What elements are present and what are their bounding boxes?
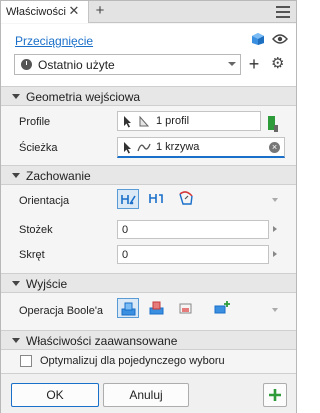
guide-surface-icon bbox=[179, 191, 193, 205]
orientation-path-button[interactable] bbox=[117, 189, 139, 209]
profile-icon bbox=[139, 115, 150, 127]
profile-value: 1 profil bbox=[156, 115, 190, 127]
boolean-label: Operacja Boole'a bbox=[19, 305, 104, 317]
boolean-cut-button[interactable] bbox=[146, 298, 168, 318]
cursor-icon bbox=[124, 142, 131, 154]
eye-icon[interactable] bbox=[272, 34, 288, 44]
tab-bar: Właściwości ✕ + bbox=[1, 1, 296, 23]
green-body-icon[interactable] bbox=[267, 115, 279, 133]
section-behavior[interactable]: Zachowanie bbox=[1, 165, 296, 185]
new-solid-icon bbox=[214, 301, 230, 314]
chevron-down-icon bbox=[228, 62, 236, 66]
taper-label: Stożek bbox=[19, 224, 53, 236]
dialog-footer: OK Anuluj bbox=[1, 373, 296, 413]
path-value: 1 krzywa bbox=[156, 141, 200, 153]
collapse-arrow-icon bbox=[12, 94, 20, 99]
clock-icon bbox=[21, 59, 32, 70]
expand-arrow-icon[interactable] bbox=[272, 198, 278, 202]
curve-icon bbox=[137, 143, 151, 152]
section-input-geometry[interactable]: Geometria wejściowa bbox=[1, 86, 296, 106]
preset-dropdown[interactable]: Ostatnio użyte bbox=[14, 54, 241, 75]
spin-arrow-icon[interactable] bbox=[273, 226, 277, 232]
section-title: Geometria wejściowa bbox=[26, 90, 141, 104]
expand-arrow-icon[interactable] bbox=[272, 308, 278, 312]
close-icon[interactable]: ✕ bbox=[67, 4, 81, 18]
collapse-arrow-icon bbox=[12, 173, 20, 178]
plus-icon bbox=[269, 389, 281, 401]
optimize-label: Optymalizuj dla pojedynczego wyboru bbox=[40, 355, 225, 367]
cursor-icon bbox=[124, 116, 131, 128]
taper-value: 0 bbox=[122, 224, 129, 236]
twist-value: 0 bbox=[122, 249, 129, 261]
orientation-fixed-button[interactable] bbox=[146, 189, 168, 209]
profile-label: Profile bbox=[19, 116, 51, 128]
intersect-icon bbox=[179, 303, 192, 314]
hamburger-menu-icon[interactable] bbox=[276, 6, 290, 18]
add-preset-button[interactable]: + bbox=[247, 54, 261, 74]
command-link[interactable]: Przeciągnięcie bbox=[15, 34, 93, 48]
path-label: Ścieżka bbox=[19, 142, 58, 154]
orientation-label: Orientacja bbox=[19, 195, 70, 207]
section-advanced[interactable]: Właściwości zaawansowane bbox=[1, 330, 296, 350]
cube-icon[interactable] bbox=[251, 32, 265, 46]
fixed-orientation-icon bbox=[149, 194, 163, 203]
boolean-join-button[interactable] bbox=[117, 298, 139, 318]
cancel-button[interactable]: Anuluj bbox=[103, 383, 189, 407]
collapse-arrow-icon bbox=[12, 338, 20, 343]
tab-properties[interactable]: Właściwości ✕ bbox=[1, 1, 89, 23]
path-orientation-icon bbox=[121, 195, 136, 205]
section-title: Właściwości zaawansowane bbox=[26, 334, 178, 348]
preset-value: Ostatnio użyte bbox=[38, 58, 115, 72]
spin-arrow-icon[interactable] bbox=[273, 251, 277, 257]
profile-selector[interactable]: 1 profil bbox=[117, 111, 261, 131]
command-header: Przeciągnięcie Ostatnio użyte + ⚙ bbox=[1, 24, 296, 86]
new-solid-button[interactable] bbox=[211, 298, 233, 318]
properties-panel: Właściwości ✕ + Przeciągnięcie Ostatnio … bbox=[0, 0, 297, 413]
apply-button[interactable] bbox=[263, 383, 287, 407]
add-tab-icon[interactable]: + bbox=[93, 3, 107, 19]
section-title: Wyjście bbox=[26, 277, 68, 291]
boolean-intersect-button[interactable] bbox=[175, 298, 197, 318]
orientation-guide-button[interactable] bbox=[175, 189, 197, 209]
optimize-checkbox[interactable] bbox=[20, 355, 32, 367]
cut-icon bbox=[149, 301, 164, 315]
section-output[interactable]: Wyjście bbox=[1, 273, 296, 293]
taper-input[interactable]: 0 bbox=[117, 220, 269, 239]
tab-label: Właściwości bbox=[6, 6, 66, 18]
gear-icon[interactable]: ⚙ bbox=[271, 56, 284, 72]
collapse-arrow-icon bbox=[12, 281, 20, 286]
join-icon bbox=[121, 302, 136, 316]
twist-label: Skręt bbox=[19, 249, 45, 261]
ok-button[interactable]: OK bbox=[11, 383, 99, 407]
path-selector[interactable]: 1 krzywa × bbox=[117, 137, 285, 158]
section-title: Zachowanie bbox=[26, 169, 91, 183]
twist-input[interactable]: 0 bbox=[117, 245, 269, 264]
clear-icon[interactable]: × bbox=[269, 142, 280, 153]
